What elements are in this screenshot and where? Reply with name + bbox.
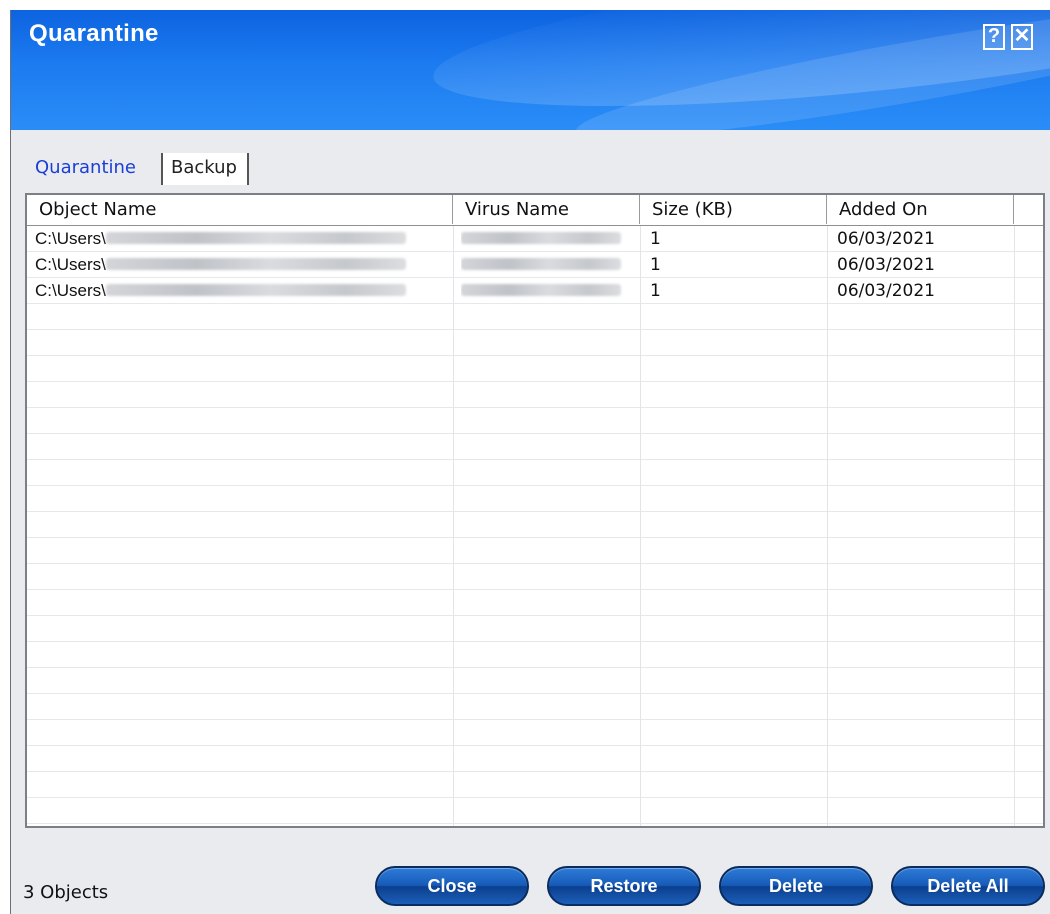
quarantine-window: Quarantine ? ✕ Quarantine Backup Object …: [10, 10, 1050, 914]
quarantine-list[interactable]: Object Name Virus Name Size (KB) Added O…: [25, 193, 1045, 828]
object-name-cell: C:\Users\: [35, 226, 445, 252]
object-count-status: 3 Objects: [23, 882, 109, 903]
column-header-added-on[interactable]: Added On: [827, 195, 1014, 224]
added-on-cell: 06/03/2021: [837, 281, 935, 301]
redacted-path: [105, 258, 406, 271]
close-icon[interactable]: ✕: [1011, 24, 1033, 50]
column-divider: [640, 226, 641, 826]
list-header: Object Name Virus Name Size (KB) Added O…: [27, 195, 1043, 226]
window-title: Quarantine: [29, 20, 159, 47]
virus-name-cell: [461, 278, 636, 304]
object-name-text: C:\Users\: [35, 229, 106, 248]
virus-name-cell: [461, 226, 636, 252]
column-divider: [1014, 226, 1015, 826]
size-cell: 1: [650, 281, 661, 301]
column-divider: [827, 226, 828, 826]
close-button[interactable]: Close: [375, 866, 529, 906]
object-name-cell: C:\Users\: [35, 278, 445, 304]
redacted-virus-name: [461, 257, 621, 270]
redacted-virus-name: [461, 231, 621, 244]
restore-button[interactable]: Restore: [547, 866, 701, 906]
table-row[interactable]: C:\Users\ 1 06/03/2021: [27, 252, 1043, 278]
table-row[interactable]: C:\Users\ 1 06/03/2021: [27, 226, 1043, 252]
object-name-cell: C:\Users\: [35, 252, 445, 278]
title-bar: Quarantine ? ✕: [11, 10, 1050, 130]
column-header-object-name[interactable]: Object Name: [27, 195, 453, 224]
object-name-text: C:\Users\: [35, 281, 106, 300]
tab-quarantine[interactable]: Quarantine: [27, 153, 161, 185]
redacted-path: [105, 232, 406, 245]
added-on-cell: 06/03/2021: [837, 255, 935, 275]
size-cell: 1: [650, 229, 661, 249]
delete-button[interactable]: Delete: [719, 866, 873, 906]
list-body: [27, 226, 1043, 826]
column-header-filler: [1014, 195, 1043, 224]
column-divider: [453, 226, 454, 826]
column-header-size[interactable]: Size (KB): [640, 195, 827, 224]
size-cell: 1: [650, 255, 661, 275]
virus-name-cell: [461, 252, 636, 278]
column-header-virus-name[interactable]: Virus Name: [453, 195, 640, 224]
help-icon[interactable]: ?: [983, 24, 1005, 50]
redacted-path: [105, 284, 406, 297]
delete-all-button[interactable]: Delete All: [891, 866, 1045, 906]
tab-backup[interactable]: Backup: [161, 153, 249, 185]
redacted-virus-name: [461, 283, 621, 296]
object-name-text: C:\Users\: [35, 255, 106, 274]
table-row[interactable]: C:\Users\ 1 06/03/2021: [27, 278, 1043, 304]
added-on-cell: 06/03/2021: [837, 229, 935, 249]
